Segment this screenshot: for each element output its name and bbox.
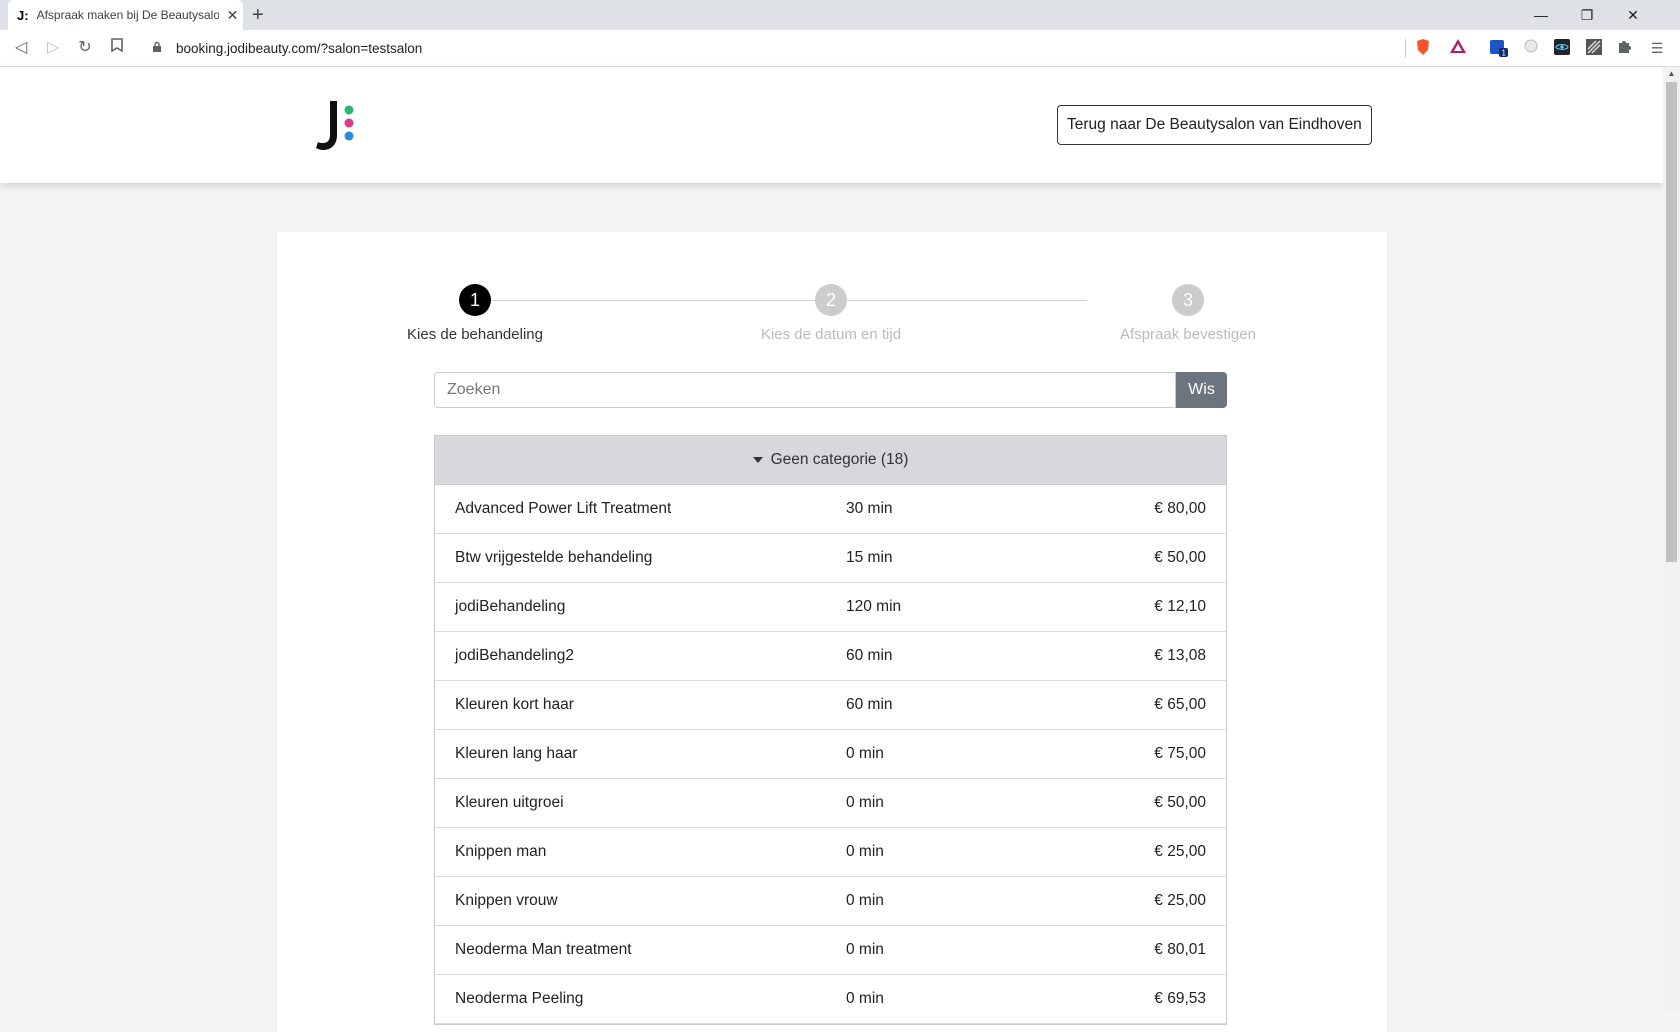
treatment-duration: 60 min [846,696,893,713]
treatment-price: € 80,01 [1154,941,1206,958]
treatment-duration: 0 min [846,745,884,762]
bookmark-icon[interactable] [106,37,128,59]
minimize-icon[interactable]: — [1518,0,1564,30]
treatment-price: € 50,00 [1154,549,1206,566]
url-text: booking.jodibeauty.com/?salon=testsalon [176,40,423,56]
treatment-name: Kleuren uitgroei [455,794,564,811]
treatment-price: € 69,53 [1154,990,1206,1007]
treatment-row[interactable]: Knippen man 0 min € 25,00 [435,828,1226,877]
forward-icon[interactable]: ▷ [42,37,64,59]
treatment-row[interactable]: Neoderma Peeling 0 min € 69,53 [435,975,1226,1024]
step-1-label: Kies de behandeling [407,326,543,343]
treatment-row[interactable]: jodiBehandeling2 60 min € 13,08 [435,632,1226,681]
extensions-puzzle-icon[interactable] [1615,38,1635,58]
treatment-name: Neoderma Peeling [455,990,584,1007]
treatment-duration: 0 min [846,794,884,811]
treatment-duration: 0 min [846,843,884,860]
step-3-label: Afspraak bevestigen [1120,326,1256,343]
treatment-price: € 75,00 [1154,745,1206,762]
restore-icon[interactable]: ❐ [1564,0,1610,30]
close-window-icon[interactable]: ✕ [1610,0,1656,30]
browser-toolbar: ◁ ▷ ↻ booking.jodibeauty.com/?salon=test… [0,30,1680,67]
caret-down-icon [752,457,763,463]
category-label: Geen categorie (18) [770,451,909,468]
brave-rewards-icon[interactable] [1448,38,1468,58]
category-panel: Geen categorie (18) Advanced Power Lift … [434,435,1227,1025]
scrollbar-thumb[interactable] [1666,82,1677,562]
scroll-up-icon[interactable]: ▲ [1663,69,1680,78]
treatment-name: Advanced Power Lift Treatment [455,500,672,517]
back-icon[interactable]: ◁ [10,37,32,59]
browser-tab-bar: J: Afspraak maken bij De Beautysalon ✕ +… [0,0,1680,30]
page-scrollbar[interactable]: ▲ [1663,67,1680,1010]
brave-shield-icon[interactable] [1413,38,1433,58]
close-tab-icon[interactable]: ✕ [227,7,239,24]
treatment-duration: 30 min [846,500,893,517]
treatment-name: jodiBehandeling2 [455,647,574,664]
back-to-salon-button[interactable]: Terug naar De Beautysalon van Eindhoven [1057,105,1372,145]
reload-icon[interactable]: ↻ [74,37,96,59]
treatment-row[interactable]: Advanced Power Lift Treatment 30 min € 80,… [435,485,1226,534]
treatment-row[interactable]: jodiBehandeling 120 min € 12,10 [435,583,1226,632]
step-2-label: Kies de datum en tijd [760,326,902,343]
treatment-duration: 15 min [846,549,893,566]
treatment-name: Btw vrijgestelde behandeling [455,549,653,566]
favicon-icon: J: [17,7,29,23]
browser-tab[interactable]: J: Afspraak maken bij De Beautysalon ✕ [8,0,243,30]
treatment-name: Knippen man [455,843,547,860]
treatment-row[interactable]: Neoderma Man treatment 0 min € 80,01 [435,926,1226,975]
step-1-circle: 1 [459,284,491,316]
treatment-price: € 80,00 [1154,500,1206,517]
treatment-row[interactable]: Kleuren lang haar 0 min € 75,00 [435,730,1226,779]
treatment-name: Knippen vrouw [455,892,558,909]
toolbar-divider [1405,39,1406,57]
step-connector [491,300,1087,301]
treatment-price: € 25,00 [1154,892,1206,909]
treatment-duration: 0 min [846,892,884,909]
treatment-name: Kleuren lang haar [455,745,578,762]
progress-steps: 1 2 3 Kies de behandeling Kies de datum … [277,232,1387,352]
treatment-row[interactable]: Btw vrijgestelde behandeling 15 min € 50,0… [435,534,1226,583]
step-3-circle: 3 [1172,284,1204,316]
treatment-price: € 13,08 [1154,647,1206,664]
treatment-list: Advanced Power Lift Treatment 30 min € 80,… [435,485,1226,1024]
booking-card: 1 2 3 Kies de behandeling Kies de datum … [277,232,1387,1032]
extension-badge-icon[interactable]: 1 [1489,38,1509,58]
lock-icon [152,41,168,56]
treatment-price: € 12,10 [1154,598,1206,615]
new-tab-icon[interactable]: + [252,4,264,26]
clear-search-button[interactable]: Wis [1176,372,1227,408]
step-2-circle: 2 [815,284,847,316]
treatment-duration: 0 min [846,990,884,1007]
treatment-price: € 25,00 [1154,843,1206,860]
jodi-logo[interactable] [306,97,366,157]
search-input[interactable] [434,372,1176,408]
treatment-name: Neoderma Man treatment [455,941,632,958]
treatment-price: € 50,00 [1154,794,1206,811]
treatment-row[interactable]: Knippen vrouw 0 min € 25,00 [435,877,1226,926]
site-header: Terug naar De Beautysalon van Eindhoven [0,67,1663,183]
treatment-price: € 65,00 [1154,696,1206,713]
treatment-name: Kleuren kort haar [455,696,574,713]
striped-extension-icon[interactable] [1584,38,1604,58]
treatment-duration: 60 min [846,647,893,664]
treatment-name: jodiBehandeling [455,598,566,615]
address-bar[interactable]: booking.jodibeauty.com/?salon=testsalon [140,34,1405,62]
menu-icon[interactable]: ☰ [1647,38,1667,58]
circle-extension-icon[interactable] [1521,38,1541,58]
treatment-duration: 0 min [846,941,884,958]
react-devtools-icon[interactable] [1552,38,1572,58]
treatment-row[interactable]: Kleuren uitgroei 0 min € 50,00 [435,779,1226,828]
svg-text:1: 1 [1502,49,1507,58]
category-toggle[interactable]: Geen categorie (18) [435,436,1226,485]
treatment-duration: 120 min [846,598,902,615]
tab-title: Afspraak maken bij De Beautysalon [36,8,219,22]
treatment-row[interactable]: Kleuren kort haar 60 min € 65,00 [435,681,1226,730]
